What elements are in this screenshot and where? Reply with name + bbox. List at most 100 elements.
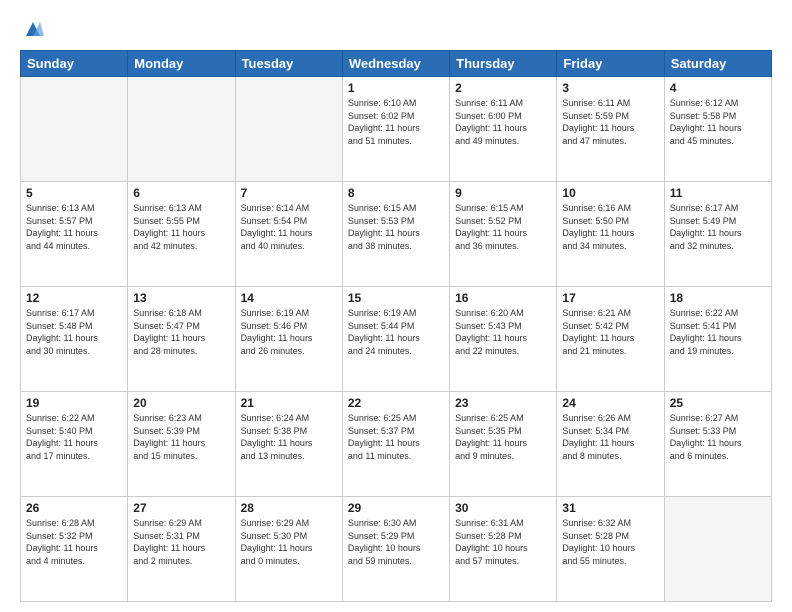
calendar-cell: 4Sunrise: 6:12 AMSunset: 5:58 PMDaylight… bbox=[664, 77, 771, 182]
day-number: 18 bbox=[670, 291, 766, 305]
weekday-header-friday: Friday bbox=[557, 51, 664, 77]
cell-info: Sunrise: 6:25 AMSunset: 5:35 PMDaylight:… bbox=[455, 412, 551, 462]
cell-info: Sunrise: 6:29 AMSunset: 5:30 PMDaylight:… bbox=[241, 517, 337, 567]
weekday-header-tuesday: Tuesday bbox=[235, 51, 342, 77]
calendar-cell: 25Sunrise: 6:27 AMSunset: 5:33 PMDayligh… bbox=[664, 392, 771, 497]
weekday-header-thursday: Thursday bbox=[450, 51, 557, 77]
day-number: 10 bbox=[562, 186, 658, 200]
weekday-header-row: SundayMondayTuesdayWednesdayThursdayFrid… bbox=[21, 51, 772, 77]
day-number: 7 bbox=[241, 186, 337, 200]
calendar-cell: 24 Sunrise: 6:26 AMSunset: 5:34 PMDayligh… bbox=[557, 392, 664, 497]
cell-info: Sunrise: 6:27 AMSunset: 5:33 PMDaylight:… bbox=[670, 412, 766, 462]
cell-info: Sunrise: 6:11 AMSunset: 6:00 PMDaylight:… bbox=[455, 97, 551, 147]
calendar-cell: 3 Sunrise: 6:11 AMSunset: 5:59 PMDaylight… bbox=[557, 77, 664, 182]
cell-info: Sunrise: 6:22 AMSunset: 5:40 PMDaylight:… bbox=[26, 412, 122, 462]
day-number: 6 bbox=[133, 186, 229, 200]
calendar-cell: 5 Sunrise: 6:13 AMSunset: 5:57 PMDaylight… bbox=[21, 182, 128, 287]
calendar-cell: 11 Sunrise: 6:17 AMSunset: 5:49 PMDayligh… bbox=[664, 182, 771, 287]
calendar-cell: 12Sunrise: 6:17 AMSunset: 5:48 PMDayligh… bbox=[21, 287, 128, 392]
calendar-cell: 17 Sunrise: 6:21 AMSunset: 5:42 PMDayligh… bbox=[557, 287, 664, 392]
calendar-cell: 27 Sunrise: 6:29 AMSunset: 5:31 PMDayligh… bbox=[128, 497, 235, 602]
weekday-header-wednesday: Wednesday bbox=[342, 51, 449, 77]
calendar-cell bbox=[128, 77, 235, 182]
calendar-cell: 18 Sunrise: 6:22 AMSunset: 5:41 PMDayligh… bbox=[664, 287, 771, 392]
calendar-cell: 23 Sunrise: 6:25 AMSunset: 5:35 PMDayligh… bbox=[450, 392, 557, 497]
week-row-4: 19 Sunrise: 6:22 AMSunset: 5:40 PMDayligh… bbox=[21, 392, 772, 497]
calendar-cell: 15 Sunrise: 6:19 AMSunset: 5:44 PMDayligh… bbox=[342, 287, 449, 392]
calendar-cell: 20 Sunrise: 6:23 AMSunset: 5:39 PMDayligh… bbox=[128, 392, 235, 497]
day-number: 9 bbox=[455, 186, 551, 200]
day-number: 5 bbox=[26, 186, 122, 200]
calendar-cell: 2 Sunrise: 6:11 AMSunset: 6:00 PMDaylight… bbox=[450, 77, 557, 182]
calendar-cell: 8 Sunrise: 6:15 AMSunset: 5:53 PMDaylight… bbox=[342, 182, 449, 287]
day-number: 15 bbox=[348, 291, 444, 305]
cell-info: Sunrise: 6:17 AMSunset: 5:49 PMDaylight:… bbox=[670, 202, 766, 252]
cell-info: Sunrise: 6:21 AMSunset: 5:42 PMDaylight:… bbox=[562, 307, 658, 357]
calendar-cell: 30 Sunrise: 6:31 AMSunset: 5:28 PMDayligh… bbox=[450, 497, 557, 602]
cell-info: Sunrise: 6:28 AMSunset: 5:32 PMDaylight:… bbox=[26, 517, 122, 567]
cell-info: Sunrise: 6:14 AMSunset: 5:54 PMDaylight:… bbox=[241, 202, 337, 252]
cell-info: Sunrise: 6:13 AMSunset: 5:57 PMDaylight:… bbox=[26, 202, 122, 252]
calendar-cell: 29 Sunrise: 6:30 AMSunset: 5:29 PMDayligh… bbox=[342, 497, 449, 602]
cell-info: Sunrise: 6:24 AMSunset: 5:38 PMDaylight:… bbox=[241, 412, 337, 462]
calendar-cell: 10Sunrise: 6:16 AMSunset: 5:50 PMDayligh… bbox=[557, 182, 664, 287]
day-number: 12 bbox=[26, 291, 122, 305]
calendar-cell: 9 Sunrise: 6:15 AMSunset: 5:52 PMDaylight… bbox=[450, 182, 557, 287]
cell-info: Sunrise: 6:32 AMSunset: 5:28 PMDaylight:… bbox=[562, 517, 658, 567]
calendar-cell: 19 Sunrise: 6:22 AMSunset: 5:40 PMDayligh… bbox=[21, 392, 128, 497]
day-number: 24 bbox=[562, 396, 658, 410]
weekday-header-sunday: Sunday bbox=[21, 51, 128, 77]
cell-info: Sunrise: 6:30 AMSunset: 5:29 PMDaylight:… bbox=[348, 517, 444, 567]
day-number: 14 bbox=[241, 291, 337, 305]
day-number: 23 bbox=[455, 396, 551, 410]
day-number: 22 bbox=[348, 396, 444, 410]
calendar-cell: 1Sunrise: 6:10 AMSunset: 6:02 PMDaylight… bbox=[342, 77, 449, 182]
day-number: 11 bbox=[670, 186, 766, 200]
week-row-1: 1Sunrise: 6:10 AMSunset: 6:02 PMDaylight… bbox=[21, 77, 772, 182]
header bbox=[20, 18, 772, 40]
day-number: 31 bbox=[562, 501, 658, 515]
cell-info: Sunrise: 6:19 AMSunset: 5:44 PMDaylight:… bbox=[348, 307, 444, 357]
day-number: 20 bbox=[133, 396, 229, 410]
cell-info: Sunrise: 6:13 AMSunset: 5:55 PMDaylight:… bbox=[133, 202, 229, 252]
calendar-cell bbox=[664, 497, 771, 602]
page: SundayMondayTuesdayWednesdayThursdayFrid… bbox=[0, 0, 792, 612]
calendar-cell: 28 Sunrise: 6:29 AMSunset: 5:30 PMDayligh… bbox=[235, 497, 342, 602]
day-number: 1 bbox=[348, 81, 444, 95]
calendar-table: SundayMondayTuesdayWednesdayThursdayFrid… bbox=[20, 50, 772, 602]
day-number: 27 bbox=[133, 501, 229, 515]
cell-info: Sunrise: 6:15 AMSunset: 5:53 PMDaylight:… bbox=[348, 202, 444, 252]
cell-info: Sunrise: 6:31 AMSunset: 5:28 PMDaylight:… bbox=[455, 517, 551, 567]
day-number: 8 bbox=[348, 186, 444, 200]
cell-info: Sunrise: 6:29 AMSunset: 5:31 PMDaylight:… bbox=[133, 517, 229, 567]
cell-info: Sunrise: 6:15 AMSunset: 5:52 PMDaylight:… bbox=[455, 202, 551, 252]
day-number: 17 bbox=[562, 291, 658, 305]
calendar-cell: 21Sunrise: 6:24 AMSunset: 5:38 PMDayligh… bbox=[235, 392, 342, 497]
cell-info: Sunrise: 6:25 AMSunset: 5:37 PMDaylight:… bbox=[348, 412, 444, 462]
logo bbox=[20, 18, 44, 40]
day-number: 26 bbox=[26, 501, 122, 515]
cell-info: Sunrise: 6:20 AMSunset: 5:43 PMDaylight:… bbox=[455, 307, 551, 357]
cell-info: Sunrise: 6:19 AMSunset: 5:46 PMDaylight:… bbox=[241, 307, 337, 357]
weekday-header-monday: Monday bbox=[128, 51, 235, 77]
day-number: 2 bbox=[455, 81, 551, 95]
cell-info: Sunrise: 6:11 AMSunset: 5:59 PMDaylight:… bbox=[562, 97, 658, 147]
calendar-cell: 22 Sunrise: 6:25 AMSunset: 5:37 PMDayligh… bbox=[342, 392, 449, 497]
cell-info: Sunrise: 6:26 AMSunset: 5:34 PMDaylight:… bbox=[562, 412, 658, 462]
cell-info: Sunrise: 6:18 AMSunset: 5:47 PMDaylight:… bbox=[133, 307, 229, 357]
cell-info: Sunrise: 6:22 AMSunset: 5:41 PMDaylight:… bbox=[670, 307, 766, 357]
calendar-cell bbox=[21, 77, 128, 182]
day-number: 28 bbox=[241, 501, 337, 515]
week-row-3: 12Sunrise: 6:17 AMSunset: 5:48 PMDayligh… bbox=[21, 287, 772, 392]
calendar-cell: 26 Sunrise: 6:28 AMSunset: 5:32 PMDayligh… bbox=[21, 497, 128, 602]
calendar-cell: 14 Sunrise: 6:19 AMSunset: 5:46 PMDayligh… bbox=[235, 287, 342, 392]
day-number: 29 bbox=[348, 501, 444, 515]
logo-icon bbox=[22, 18, 44, 40]
day-number: 4 bbox=[670, 81, 766, 95]
week-row-2: 5 Sunrise: 6:13 AMSunset: 5:57 PMDaylight… bbox=[21, 182, 772, 287]
day-number: 3 bbox=[562, 81, 658, 95]
week-row-5: 26 Sunrise: 6:28 AMSunset: 5:32 PMDayligh… bbox=[21, 497, 772, 602]
cell-info: Sunrise: 6:23 AMSunset: 5:39 PMDaylight:… bbox=[133, 412, 229, 462]
day-number: 30 bbox=[455, 501, 551, 515]
day-number: 19 bbox=[26, 396, 122, 410]
